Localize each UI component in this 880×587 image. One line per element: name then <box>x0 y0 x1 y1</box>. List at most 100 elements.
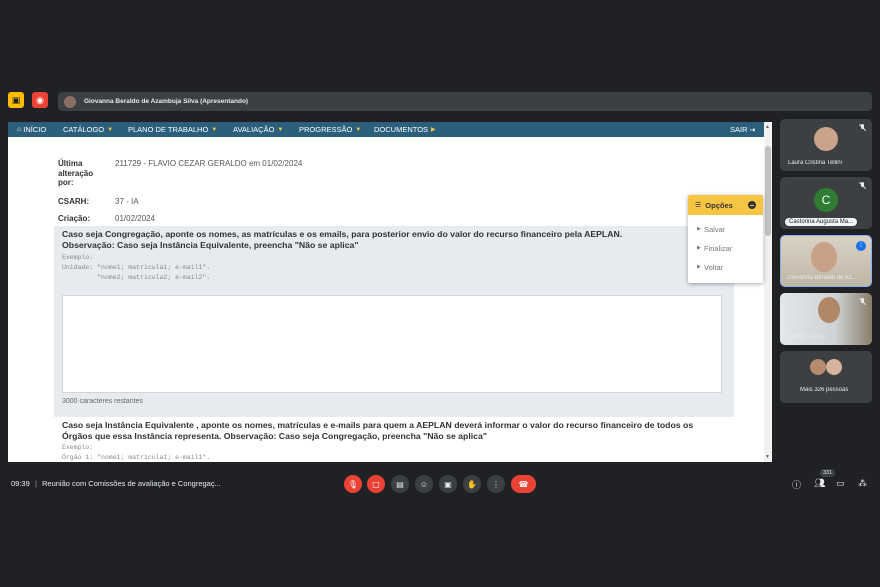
csarh-label: CSARH: <box>58 197 90 206</box>
people-icon[interactable]: 👥︎ <box>814 478 825 489</box>
caret-down-icon: ▼ <box>355 126 362 133</box>
presenter-name: Giovanna Beraldo de Azambuja Silva (Apre… <box>84 98 249 105</box>
participant-avatar <box>810 359 826 375</box>
participant-tile[interactable]: Rodrigo Lanna <box>780 293 872 345</box>
presenter-pill: Giovanna Beraldo de Azambuja Silva (Apre… <box>58 92 872 111</box>
caret-down-icon: ▼ <box>211 126 218 133</box>
more-options-button[interactable]: ⋮ <box>487 475 505 493</box>
participant-face <box>811 242 837 272</box>
caret-down-icon: ▼ <box>107 126 114 133</box>
leave-call-button[interactable]: ☎ <box>511 475 536 493</box>
nav-avaliacao-label: AVALIAÇÃO <box>233 125 275 134</box>
option-voltar[interactable]: Voltar <box>704 263 723 272</box>
present-screen-button[interactable]: ▣ <box>439 475 457 493</box>
nav-plano-label: PLANO DE TRABALHO <box>128 125 209 134</box>
participant-name: Laura Cristina Tellini <box>788 160 842 166</box>
meeting-controls: 09:39 | Reunião com Comissões de avaliaç… <box>0 472 880 496</box>
app-navbar: ⌂ INÍCIO CATÁLOGO ▼ PLANO DE TRABALHO ▼ AV… <box>8 122 772 137</box>
participant-tile[interactable]: C Castorina Augusta Ma... <box>780 177 872 229</box>
activities-icon[interactable]: ⁂ <box>858 478 867 489</box>
options-menu: ☰ Opções ▶ Salvar ▶ Finalizar ▶ Voltar <box>688 195 763 283</box>
last-change-value: 211729 - FLAVIO CEZAR GERALDO em 01/02/2… <box>115 159 303 168</box>
more-participants-label: Mais 326 pessoas <box>800 387 849 393</box>
participant-tile-active[interactable]: ⁞ Giovanna Beraldo de Az... <box>780 235 872 287</box>
option-finalizar[interactable]: Finalizar <box>704 244 732 253</box>
clock: 09:39 <box>11 479 30 488</box>
mic-off-icon <box>859 124 865 132</box>
participant-tile[interactable]: Laura Cristina Tellini <box>780 119 872 171</box>
question-congregacao: Caso seja Congregação, aponte os nomes, … <box>54 226 734 416</box>
question-title-line2: Observação: Caso seja Instância Equivale… <box>62 240 359 250</box>
scroll-up-icon[interactable]: ▲ <box>765 124 770 130</box>
scroll-down-icon[interactable]: ▼ <box>765 454 770 460</box>
scrollbar[interactable]: ▲ ▼ <box>764 122 772 462</box>
bullet-icon: ▶ <box>697 264 701 270</box>
answer-textarea[interactable] <box>62 295 722 393</box>
logout-label: SAIR <box>730 125 748 134</box>
question-instancia-equivalente: Caso seja Instância Equivalente , aponte… <box>54 415 734 462</box>
question-title-line1: Caso seja Congregação, aponte os nomes, … <box>62 229 623 239</box>
separator: | <box>35 479 37 488</box>
emoji-button[interactable]: ☺ <box>415 475 433 493</box>
camera-off-button[interactable]: ▢ <box>367 475 385 493</box>
speaking-icon: ⁞ <box>856 241 866 251</box>
mic-off-icon <box>859 182 865 190</box>
mic-off-icon <box>859 298 865 306</box>
caret-down-icon: ▼ <box>277 126 284 133</box>
home-icon: ⌂ <box>17 126 22 133</box>
bullet-icon: ▶ <box>697 245 701 251</box>
more-participants-tile[interactable]: Mais 326 pessoas <box>780 351 872 403</box>
captions-button[interactable]: ▤ <box>391 475 409 493</box>
raise-hand-button[interactable]: ✋ <box>463 475 481 493</box>
created-value: 01/02/2024 <box>115 214 156 223</box>
participant-face <box>818 297 840 323</box>
nav-inicio-label: INÍCIO <box>23 125 47 134</box>
csarh-value: 37 - IA <box>115 197 139 206</box>
created-label: Criação: <box>58 214 91 223</box>
logout-link[interactable]: SAIR ⇥ <box>730 125 755 134</box>
bullet-icon: ▶ <box>697 226 701 232</box>
mic-off-button[interactable]: 🎙︎ <box>344 475 362 493</box>
participant-name: Castorina Augusta Ma... <box>785 218 858 226</box>
presenter-bar: ▣ ◉ Giovanna Beraldo de Azambuja Silva (… <box>6 92 872 111</box>
chars-remaining: 3000 caracteres restantes <box>62 398 143 405</box>
nav-catalogo-label: CATÁLOGO <box>63 125 105 134</box>
participant-initial-avatar: C <box>814 188 838 212</box>
nav-catalogo[interactable]: CATÁLOGO ▼ <box>63 125 113 134</box>
form-content: Última alteração por: 211729 - FLAVIO CE… <box>8 137 764 462</box>
participant-name: Rodrigo Lanna <box>786 334 826 340</box>
question2-title: Caso seja Instância Equivalente , aponte… <box>62 420 694 441</box>
nav-plano-de-trabalho[interactable]: PLANO DE TRABALHO ▼ <box>128 125 217 134</box>
list-icon: ☰ <box>695 202 702 209</box>
example-heading: Exemplo: <box>62 444 94 451</box>
question-title: Caso seja Congregação, aponte os nomes, … <box>62 229 722 251</box>
example-heading: Exemplo: <box>62 254 94 261</box>
nav-progressao-label: PROGRESSÃO <box>299 125 353 134</box>
chat-icon[interactable]: ▭ <box>836 478 845 489</box>
last-change-label: Última alteração por: <box>58 159 94 187</box>
participant-avatar <box>826 359 842 375</box>
nav-inicio[interactable]: ⌂ INÍCIO <box>17 125 46 134</box>
example-line: Órgão 1: "nome1; matricula1; e-mail1". <box>62 454 211 461</box>
meeting-title: Reunião com Comissões de avaliação e Con… <box>42 479 221 488</box>
nav-documentos[interactable]: DOCUMENTOS ▶ <box>374 125 436 134</box>
collapse-icon[interactable] <box>748 201 756 209</box>
info-icon[interactable]: ⓘ <box>792 478 801 491</box>
scroll-thumb[interactable] <box>765 146 771 236</box>
option-salvar[interactable]: Salvar <box>704 225 725 234</box>
options-header[interactable]: ☰ Opções <box>688 195 763 215</box>
nav-documentos-label: DOCUMENTOS <box>374 125 429 134</box>
options-title: Opções <box>705 200 733 210</box>
nav-avaliacao[interactable]: AVALIAÇÃO ▼ <box>233 125 283 134</box>
recording-icon[interactable]: ◉ <box>32 92 48 108</box>
participant-name: Giovanna Beraldo de Az... <box>787 275 857 281</box>
people-count-badge: 331 <box>820 469 836 477</box>
participant-avatar <box>814 127 838 151</box>
presentation-off-icon[interactable]: ▣ <box>8 92 24 108</box>
shared-screen: ⌂ INÍCIO CATÁLOGO ▼ PLANO DE TRABALHO ▼ AV… <box>8 122 772 462</box>
example-line: Unidade: "nome1; matricula1; e-mail1". <box>62 264 211 271</box>
example-line: "nome2; matricula2; e-mail2". <box>62 274 211 281</box>
nav-progressao[interactable]: PROGRESSÃO ▼ <box>299 125 361 134</box>
logout-icon: ⇥ <box>749 126 756 134</box>
presenter-avatar <box>64 95 76 108</box>
